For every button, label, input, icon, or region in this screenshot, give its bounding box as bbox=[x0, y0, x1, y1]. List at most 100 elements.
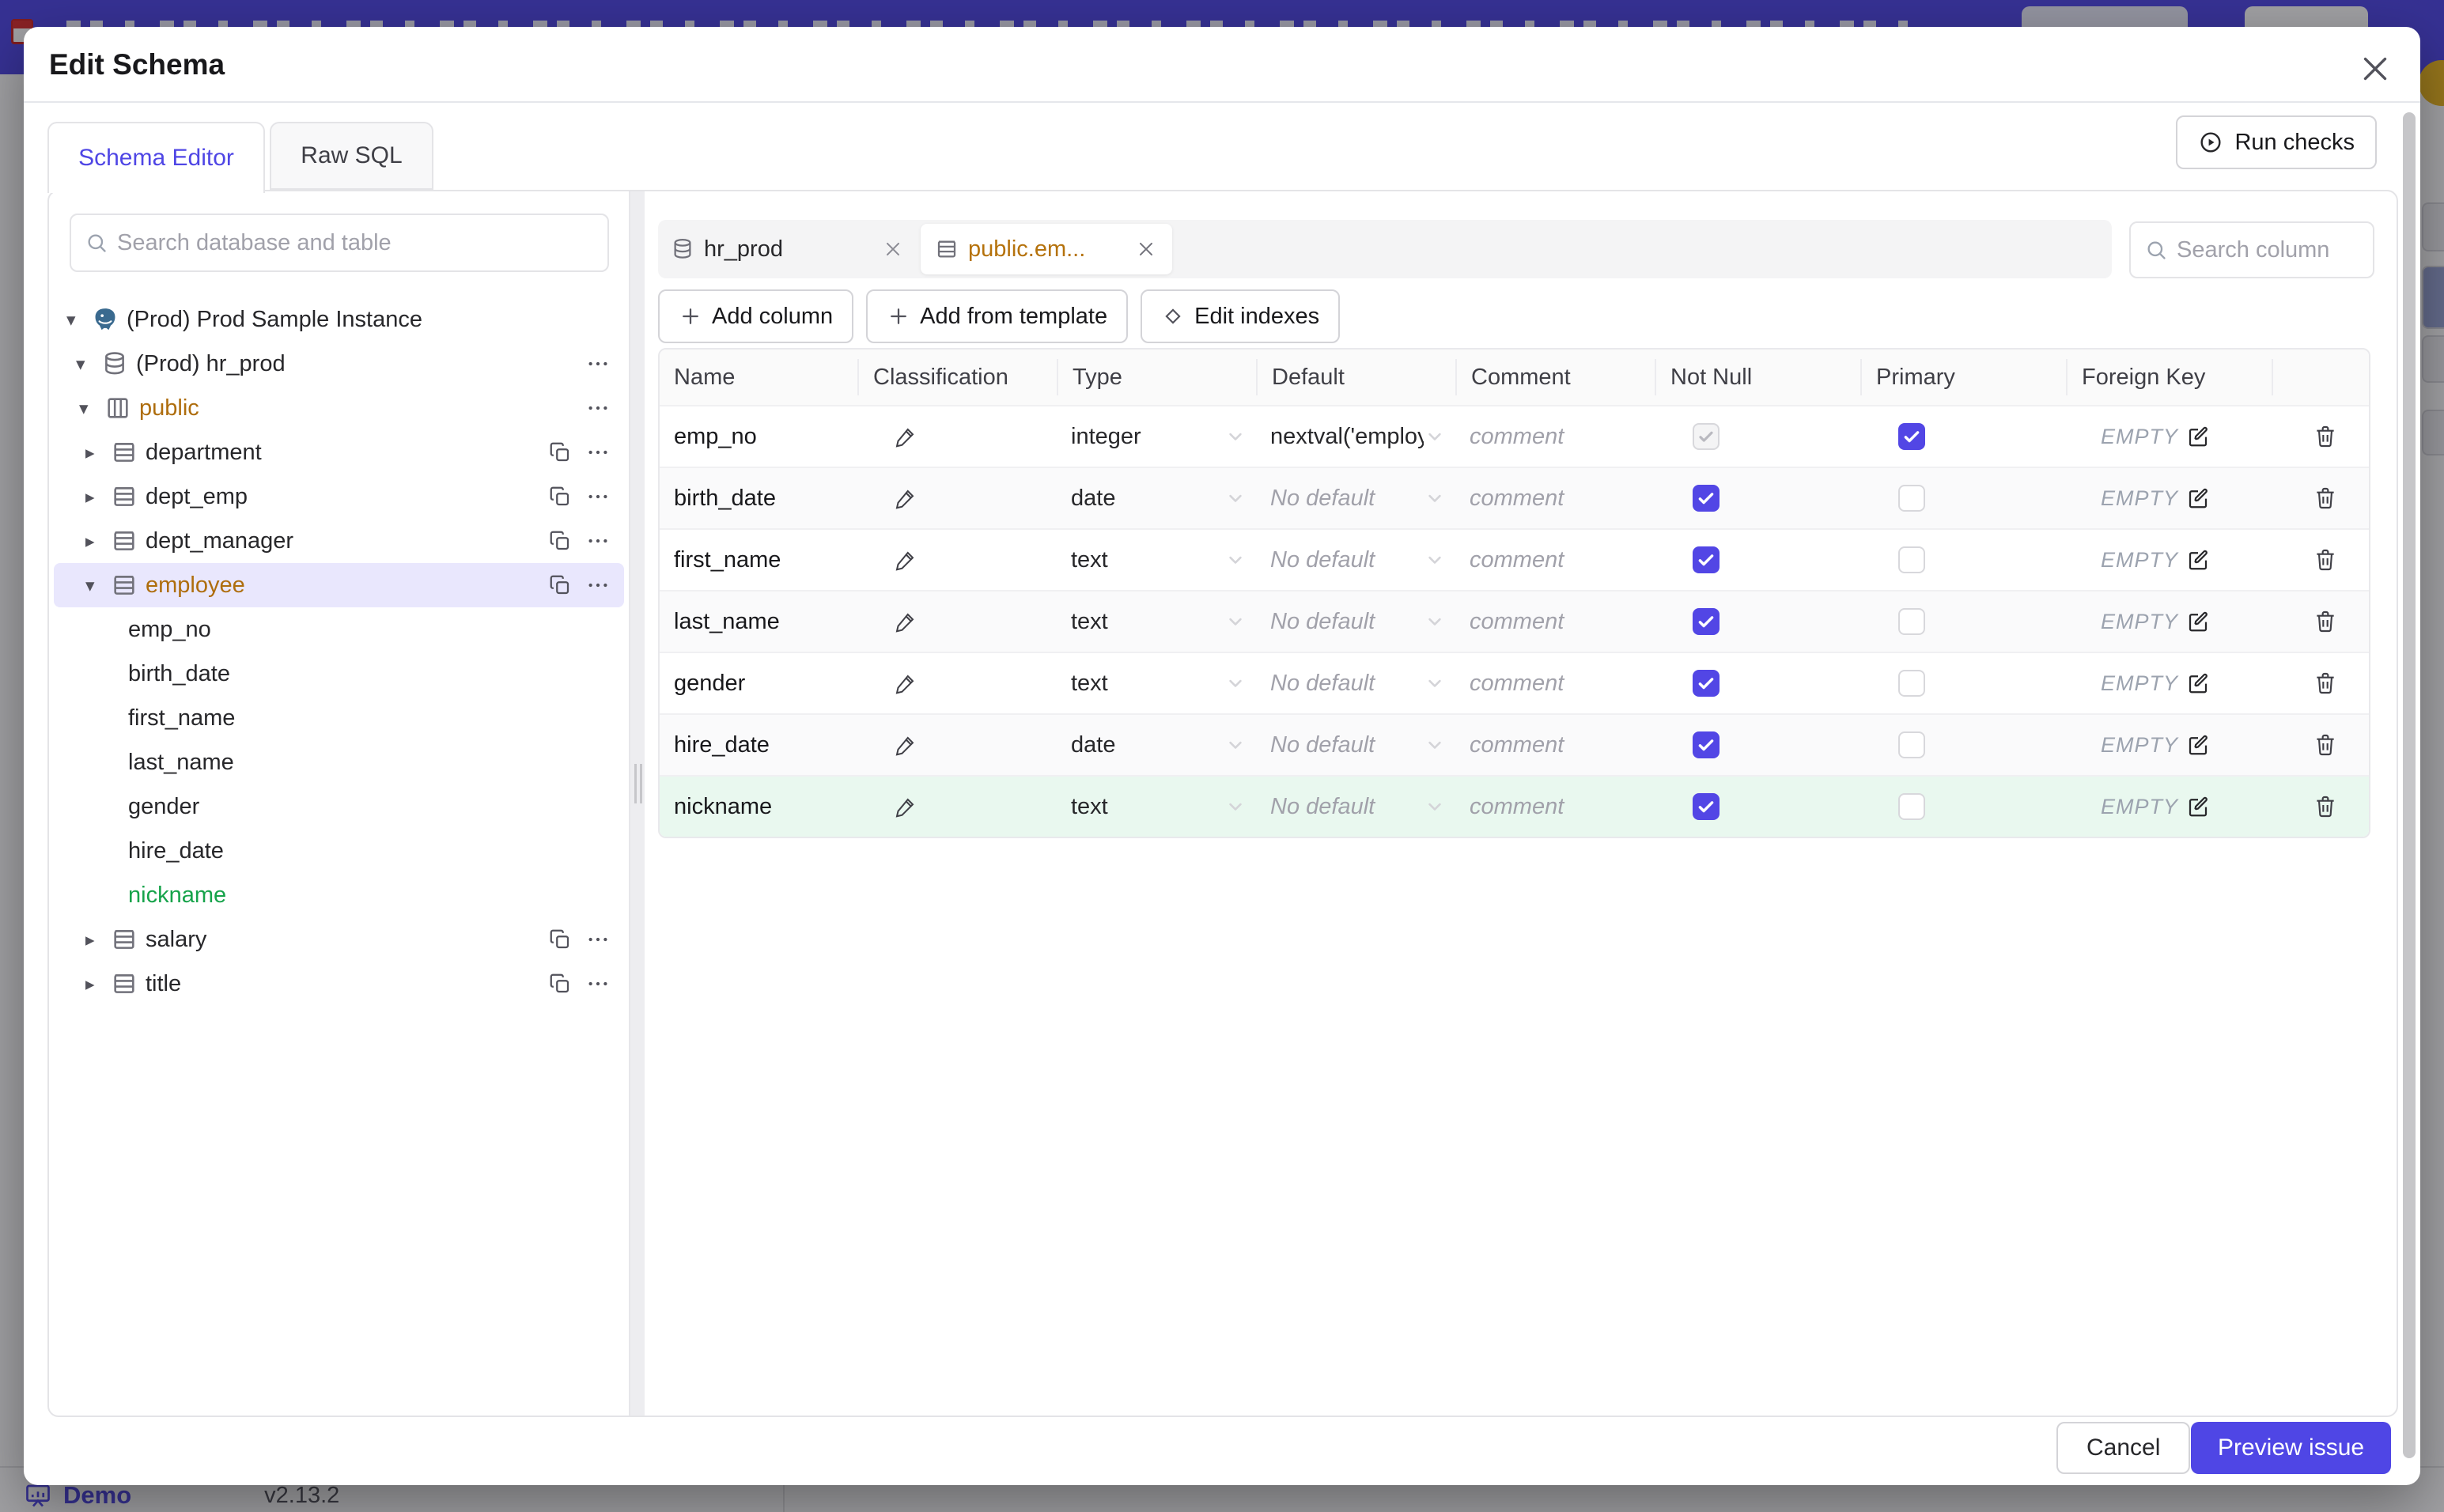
tree-item[interactable]: ▸ title bbox=[49, 962, 629, 1006]
not-null-checkbox[interactable] bbox=[1693, 793, 1720, 820]
close-tab-icon[interactable] bbox=[883, 239, 903, 259]
comment-input[interactable]: comment bbox=[1470, 794, 1564, 820]
modal-scrollbar[interactable] bbox=[2403, 112, 2416, 1458]
column-default[interactable]: No default bbox=[1270, 732, 1424, 758]
chevron-down-icon[interactable] bbox=[1224, 796, 1247, 818]
chevron-down-icon[interactable] bbox=[1224, 487, 1247, 509]
column-type[interactable]: integer bbox=[1071, 424, 1141, 450]
classification-edit-icon[interactable] bbox=[894, 671, 917, 695]
copy-icon[interactable] bbox=[548, 972, 572, 996]
classification-edit-icon[interactable] bbox=[894, 733, 917, 757]
column-type[interactable]: text bbox=[1071, 609, 1108, 635]
tree-item[interactable]: first_name bbox=[49, 696, 629, 740]
primary-checkbox[interactable] bbox=[1898, 546, 1925, 573]
caret-icon[interactable]: ▾ bbox=[79, 398, 104, 419]
edit-foreign-key-icon[interactable] bbox=[2186, 548, 2210, 572]
delete-column-icon[interactable] bbox=[2313, 547, 2338, 573]
caret-icon[interactable]: ▾ bbox=[76, 353, 101, 375]
edit-foreign-key-icon[interactable] bbox=[2186, 795, 2210, 818]
copy-icon[interactable] bbox=[548, 485, 572, 508]
primary-checkbox[interactable] bbox=[1898, 793, 1925, 820]
column-default[interactable]: No default bbox=[1270, 671, 1424, 697]
copy-icon[interactable] bbox=[548, 529, 572, 553]
tree-item[interactable]: birth_date bbox=[49, 652, 629, 696]
column-type[interactable]: date bbox=[1071, 486, 1115, 512]
tab-schema-editor[interactable]: Schema Editor bbox=[47, 122, 265, 193]
column-default[interactable]: No default bbox=[1270, 547, 1424, 573]
caret-icon[interactable]: ▾ bbox=[66, 309, 92, 331]
more-menu-icon[interactable] bbox=[586, 972, 610, 996]
primary-checkbox[interactable] bbox=[1898, 423, 1925, 450]
tree-item[interactable]: emp_no bbox=[49, 607, 629, 652]
panel-resize-handle[interactable] bbox=[629, 191, 645, 1416]
caret-icon[interactable]: ▾ bbox=[85, 575, 111, 596]
copy-icon[interactable] bbox=[548, 573, 572, 597]
delete-column-icon[interactable] bbox=[2313, 732, 2338, 758]
classification-edit-icon[interactable] bbox=[894, 610, 917, 633]
tree-item[interactable]: ▸ dept_manager bbox=[49, 519, 629, 563]
classification-edit-icon[interactable] bbox=[894, 425, 917, 448]
edit-foreign-key-icon[interactable] bbox=[2186, 486, 2210, 510]
tree-item[interactable]: ▾ (Prod) Prod Sample Instance bbox=[49, 297, 629, 342]
classification-edit-icon[interactable] bbox=[894, 548, 917, 572]
classification-edit-icon[interactable] bbox=[894, 795, 917, 818]
not-null-checkbox[interactable] bbox=[1693, 670, 1720, 697]
column-type[interactable]: date bbox=[1071, 732, 1115, 758]
edit-foreign-key-icon[interactable] bbox=[2186, 610, 2210, 633]
not-null-checkbox[interactable] bbox=[1693, 546, 1720, 573]
column-default[interactable]: No default bbox=[1270, 486, 1424, 512]
delete-column-icon[interactable] bbox=[2313, 424, 2338, 449]
cancel-button[interactable]: Cancel bbox=[2056, 1422, 2191, 1474]
add-column-button[interactable]: Add column bbox=[658, 289, 854, 343]
comment-input[interactable]: comment bbox=[1470, 671, 1564, 697]
chevron-down-icon[interactable] bbox=[1424, 610, 1446, 633]
tree-item[interactable]: hire_date bbox=[49, 829, 629, 873]
chevron-down-icon[interactable] bbox=[1424, 734, 1446, 756]
chevron-down-icon[interactable] bbox=[1424, 487, 1446, 509]
delete-column-icon[interactable] bbox=[2313, 794, 2338, 819]
edit-foreign-key-icon[interactable] bbox=[2186, 733, 2210, 757]
more-menu-icon[interactable] bbox=[586, 440, 610, 464]
primary-checkbox[interactable] bbox=[1898, 608, 1925, 635]
delete-column-icon[interactable] bbox=[2313, 609, 2338, 634]
tree-item[interactable]: gender bbox=[49, 784, 629, 829]
column-default[interactable]: nextval('employ bbox=[1270, 424, 1424, 450]
comment-input[interactable]: comment bbox=[1470, 609, 1564, 635]
tree-item[interactable]: ▸ department bbox=[49, 430, 629, 474]
column-search-input[interactable] bbox=[2177, 236, 2373, 263]
not-null-checkbox[interactable] bbox=[1693, 485, 1720, 512]
chevron-down-icon[interactable] bbox=[1424, 796, 1446, 818]
not-null-checkbox[interactable] bbox=[1693, 423, 1720, 450]
copy-icon[interactable] bbox=[548, 440, 572, 464]
column-search[interactable] bbox=[2129, 221, 2374, 278]
primary-checkbox[interactable] bbox=[1898, 731, 1925, 758]
more-menu-icon[interactable] bbox=[586, 928, 610, 951]
tree-item[interactable]: last_name bbox=[49, 740, 629, 784]
tab-raw-sql[interactable]: Raw SQL bbox=[270, 122, 433, 190]
column-default[interactable]: No default bbox=[1270, 609, 1424, 635]
caret-icon[interactable]: ▸ bbox=[85, 442, 111, 463]
close-tab-icon[interactable] bbox=[1136, 239, 1156, 259]
sidebar-search-input[interactable] bbox=[117, 229, 607, 256]
chevron-down-icon[interactable] bbox=[1224, 425, 1247, 448]
tree-item[interactable]: ▾ (Prod) hr_prod bbox=[49, 342, 629, 386]
tree-item[interactable]: ▸ salary bbox=[49, 917, 629, 962]
chevron-down-icon[interactable] bbox=[1224, 734, 1247, 756]
column-type[interactable]: text bbox=[1071, 547, 1108, 573]
more-menu-icon[interactable] bbox=[586, 352, 610, 376]
primary-checkbox[interactable] bbox=[1898, 485, 1925, 512]
chevron-down-icon[interactable] bbox=[1424, 672, 1446, 694]
chevron-down-icon[interactable] bbox=[1424, 549, 1446, 571]
add-from-template-button[interactable]: Add from template bbox=[866, 289, 1129, 343]
caret-icon[interactable]: ▸ bbox=[85, 531, 111, 552]
more-menu-icon[interactable] bbox=[586, 529, 610, 553]
caret-icon[interactable]: ▸ bbox=[85, 486, 111, 508]
comment-input[interactable]: comment bbox=[1470, 547, 1564, 573]
column-type[interactable]: text bbox=[1071, 671, 1108, 697]
preview-issue-button[interactable]: Preview issue bbox=[2191, 1422, 2392, 1474]
classification-edit-icon[interactable] bbox=[894, 486, 917, 510]
tree-item[interactable]: ▾ employee bbox=[54, 563, 624, 607]
close-icon[interactable] bbox=[2357, 51, 2393, 87]
delete-column-icon[interactable] bbox=[2313, 486, 2338, 511]
tab-public-employee[interactable]: public.em... bbox=[921, 224, 1172, 274]
